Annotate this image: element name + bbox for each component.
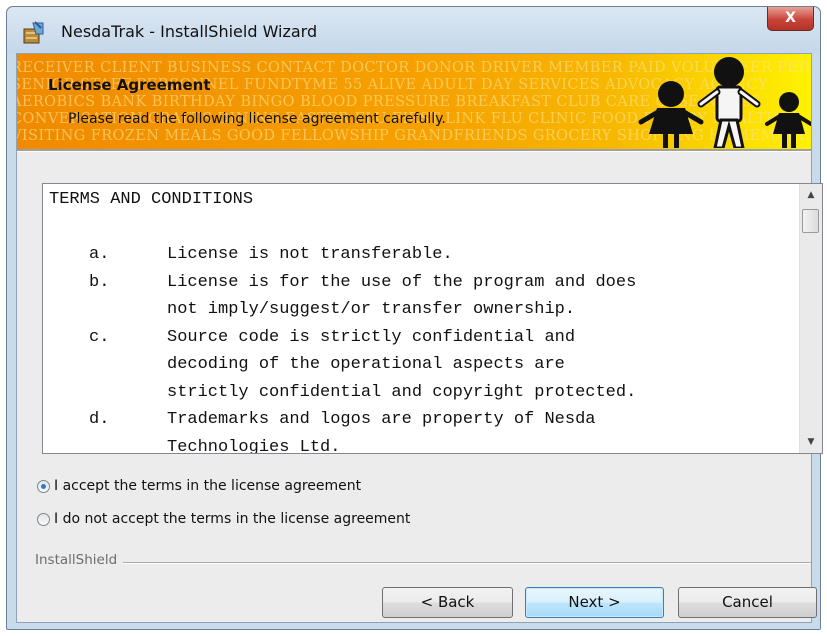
clause-line: License is for the use of the program an…: [167, 272, 637, 292]
accept-option[interactable]: I accept the terms in the license agreem…: [37, 476, 361, 496]
chevron-down-icon[interactable]: ▼: [800, 431, 822, 453]
clause-line: License is not transferable.: [167, 245, 453, 264]
family-logo-icon: [638, 57, 811, 148]
clause-letter: b.: [89, 272, 110, 292]
license-text: TERMS AND CONDITIONS a. License is not t…: [43, 184, 798, 453]
next-button[interactable]: Next >: [525, 587, 664, 618]
clause-letter: a.: [89, 245, 110, 264]
clause-line: not imply/suggest/or transfer ownership.: [167, 300, 576, 319]
accept-label[interactable]: I accept the terms in the license agreem…: [54, 478, 361, 494]
license-heading: TERMS AND CONDITIONS: [49, 190, 254, 209]
cancel-button[interactable]: Cancel: [678, 587, 817, 618]
installshield-label: InstallShield: [35, 552, 124, 568]
installer-icon: [23, 21, 44, 44]
clause-line: strictly confidential and copyright prot…: [167, 382, 637, 402]
footer-divider: [35, 562, 811, 564]
close-icon: X: [785, 10, 796, 26]
chevron-up-icon[interactable]: ▲: [800, 184, 822, 206]
decline-option[interactable]: I do not accept the terms in the license…: [37, 509, 410, 529]
vertical-scrollbar[interactable]: ▲ ▼: [799, 184, 822, 453]
scrollbar-thumb[interactable]: [802, 209, 819, 233]
page-title: License Agreement: [48, 76, 211, 94]
clause-letter: c.: [89, 327, 110, 347]
window-title: NesdaTrak - InstallShield Wizard: [61, 22, 318, 41]
clause-letter: d.: [89, 410, 110, 429]
clause-line: Trademarks and logos are property of Nes…: [167, 410, 596, 429]
accept-radio[interactable]: [37, 479, 50, 493]
back-button[interactable]: < Back: [382, 587, 513, 618]
decline-label[interactable]: I do not accept the terms in the license…: [54, 511, 410, 527]
wizard-body: RECEIVER CLIENT BUSINESS CONTACT DOCTOR …: [16, 53, 823, 623]
decline-radio[interactable]: [37, 512, 50, 526]
header-banner: RECEIVER CLIENT BUSINESS CONTACT DOCTOR …: [17, 54, 811, 149]
clause-line: decoding of the operational aspects are: [167, 355, 565, 374]
close-button[interactable]: X: [767, 7, 814, 31]
clause-line: Technologies Ltd.: [167, 437, 341, 454]
title-bar[interactable]: NesdaTrak - InstallShield Wizard X: [7, 7, 820, 53]
banner-divider: [17, 149, 811, 152]
installer-window: NesdaTrak - InstallShield Wizard X RECEI…: [6, 6, 823, 630]
license-text-box[interactable]: TERMS AND CONDITIONS a. License is not t…: [42, 183, 823, 454]
page-subtitle: Please read the following license agreem…: [68, 111, 446, 127]
clause-line: Source code is strictly confidential and: [167, 327, 576, 347]
